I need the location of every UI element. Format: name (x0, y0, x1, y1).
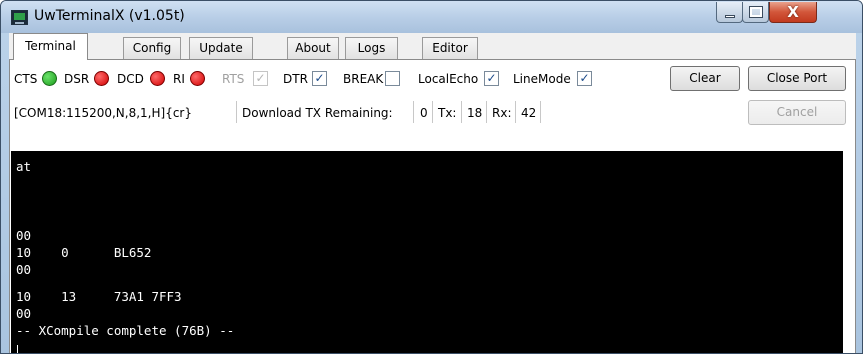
download-tx-value: 0 (420, 106, 428, 120)
divider (236, 101, 237, 123)
ri-indicator-icon (190, 71, 205, 86)
close-button[interactable]: X (769, 2, 817, 23)
tab-editor[interactable]: Editor (422, 37, 478, 59)
dsr-indicator-icon (94, 71, 109, 86)
text-cursor (17, 345, 18, 353)
localecho-checkbox[interactable]: ✓ (484, 71, 499, 86)
rx-value: 42 (521, 106, 537, 120)
tab-bar: Terminal Config Update About Logs Editor (9, 33, 856, 60)
break-checkbox[interactable] (385, 71, 400, 86)
terminal-line: at (16, 159, 32, 174)
rts-checkbox[interactable]: ✓ (253, 71, 268, 86)
divider (413, 101, 414, 123)
title-bar[interactable]: UwTerminalX (v1.05t) X (1, 1, 862, 33)
rts-label: RTS (222, 72, 245, 86)
app-window: UwTerminalX (v1.05t) X Terminal Config U… (0, 0, 863, 354)
linemode-checkbox[interactable]: ✓ (577, 71, 592, 86)
divider (540, 101, 541, 123)
localecho-label: LocalEcho (418, 72, 479, 86)
divider (432, 101, 433, 123)
break-label: BREAK (343, 72, 384, 86)
terminal-line: 10 13 73A1 7FF3 (16, 289, 182, 304)
cts-label: CTS (14, 72, 38, 86)
dsr-label: DSR (64, 72, 90, 86)
tab-about[interactable]: About (287, 37, 339, 59)
maximize-button[interactable] (742, 2, 769, 23)
tab-logs[interactable]: Logs (345, 37, 398, 59)
maximize-icon (748, 6, 763, 18)
linemode-label: LineMode (513, 72, 571, 86)
divider (515, 101, 516, 123)
tab-config[interactable]: Config (123, 37, 181, 59)
rx-label: Rx: (492, 106, 512, 120)
terminal-line: 00 (16, 262, 32, 277)
port-settings-text: [COM18:115200,N,8,1,H]{cr} (14, 106, 192, 120)
clear-button[interactable]: Clear (670, 66, 740, 91)
dtr-checkbox[interactable]: ✓ (312, 71, 327, 86)
tx-value: 18 (467, 106, 483, 120)
terminal-app-icon (11, 10, 28, 25)
tab-update[interactable]: Update (189, 37, 253, 59)
terminal-line: 00 (16, 228, 32, 243)
close-icon: X (787, 3, 799, 21)
terminal-output[interactable]: at 00 10 0 BL652 00 10 13 73A1 7FF3 00 -… (11, 151, 843, 353)
terminal-line: 00 (16, 306, 32, 321)
minimize-button[interactable] (716, 2, 743, 23)
dcd-label: DCD (117, 72, 144, 86)
divider (461, 101, 462, 123)
download-tx-label: Download TX Remaining: (242, 106, 393, 120)
status-row: [COM18:115200,N,8,1,H]{cr} Download TX R… (10, 100, 855, 126)
terminal-line: 10 0 BL652 (16, 245, 152, 260)
tx-label: Tx: (438, 106, 457, 120)
window-title: UwTerminalX (v1.05t) (34, 8, 185, 24)
terminal-line: -- XCompile complete (76B) -- (16, 323, 235, 338)
cancel-button[interactable]: Cancel (748, 100, 846, 125)
cts-indicator-icon (42, 71, 57, 86)
tab-terminal[interactable]: Terminal (13, 33, 88, 60)
minimize-icon (724, 14, 735, 18)
dtr-label: DTR (283, 72, 308, 86)
control-row: CTS DSR DCD RI RTS ✓ DTR ✓ BREAK LocalEc… (10, 66, 855, 92)
ri-label: RI (173, 72, 185, 86)
divider (486, 101, 487, 123)
dcd-indicator-icon (150, 71, 165, 86)
close-port-button[interactable]: Close Port (748, 66, 846, 91)
